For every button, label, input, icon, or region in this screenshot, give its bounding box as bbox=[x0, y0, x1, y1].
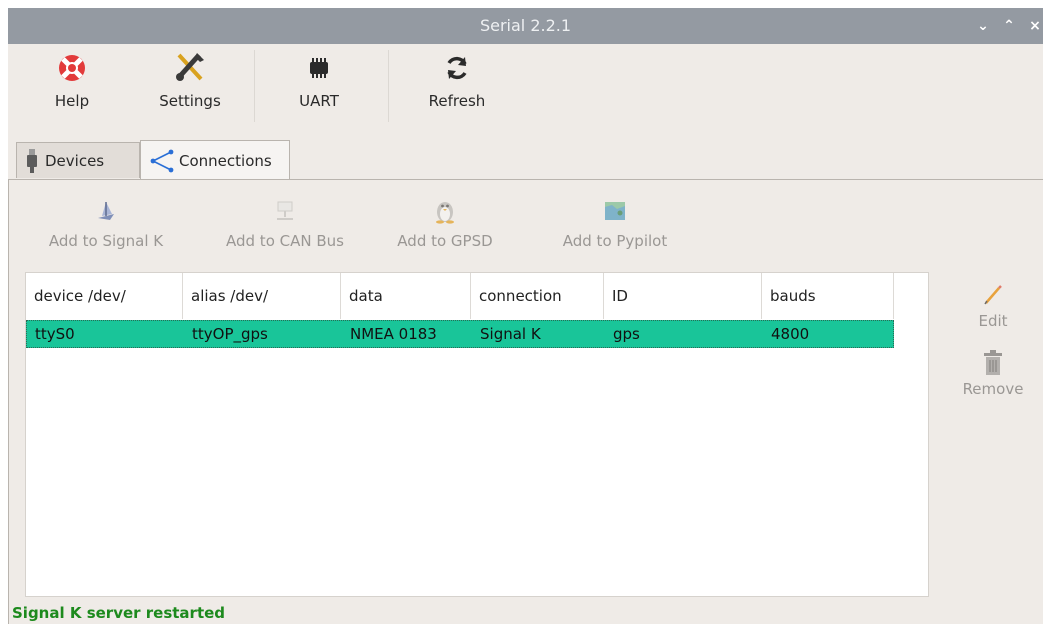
add-to-signalk-label: Add to Signal K bbox=[48, 232, 164, 250]
toolbar-separator bbox=[254, 50, 255, 122]
edit-button[interactable]: Edit bbox=[953, 282, 1033, 330]
toolbar: Help Settings UART Refresh bbox=[8, 44, 1043, 132]
lifebuoy-icon bbox=[50, 50, 94, 86]
close-button[interactable]: × bbox=[1026, 17, 1043, 35]
uart-button[interactable]: UART bbox=[293, 50, 345, 110]
tab-devices[interactable]: Devices bbox=[16, 142, 140, 178]
linux-tux-icon bbox=[395, 196, 495, 226]
table-row[interactable]: ttyS0 ttyOP_gps NMEA 0183 Signal K gps 4… bbox=[26, 320, 894, 348]
remove-button[interactable]: Remove bbox=[953, 348, 1033, 398]
tab-connections[interactable]: Connections bbox=[140, 140, 290, 180]
minimize-button[interactable]: ⌄ bbox=[974, 17, 992, 35]
remove-label: Remove bbox=[962, 380, 1024, 398]
edit-label: Edit bbox=[978, 312, 1008, 330]
app-window: Serial 2.2.1 ⌄ ⌃ × Help Settings UART Re… bbox=[8, 8, 1043, 624]
uart-label: UART bbox=[299, 92, 339, 110]
settings-button[interactable]: Settings bbox=[152, 50, 228, 110]
toolbar-separator bbox=[388, 50, 389, 122]
trash-icon bbox=[953, 348, 1033, 378]
column-header-alias[interactable]: alias /dev/ bbox=[183, 273, 341, 319]
signalk-icon bbox=[39, 196, 173, 226]
add-to-gpsd-label: Add to GPSD bbox=[397, 232, 493, 250]
map-icon bbox=[549, 196, 681, 226]
window-title: Serial 2.2.1 bbox=[479, 16, 572, 35]
maximize-button[interactable]: ⌃ bbox=[1000, 17, 1018, 35]
column-header-device[interactable]: device /dev/ bbox=[26, 273, 183, 319]
column-header-id[interactable]: ID bbox=[604, 273, 762, 319]
network-icon bbox=[215, 196, 355, 226]
connections-table[interactable]: device /dev/ alias /dev/ data connection… bbox=[25, 272, 929, 597]
connections-panel: Add to Signal K Add to CAN Bus Add to GP… bbox=[8, 179, 1043, 624]
wrench-screwdriver-icon bbox=[152, 50, 228, 86]
tab-devices-label: Devices bbox=[45, 151, 105, 170]
column-header-bauds[interactable]: bauds bbox=[762, 273, 894, 319]
refresh-icon bbox=[422, 50, 492, 86]
cell-bauds: 4800 bbox=[771, 325, 810, 343]
cell-data: NMEA 0183 bbox=[350, 325, 437, 343]
cell-device: ttyS0 bbox=[35, 325, 75, 343]
refresh-button[interactable]: Refresh bbox=[422, 50, 492, 110]
add-to-pypilot-label: Add to Pypilot bbox=[562, 232, 668, 250]
refresh-label: Refresh bbox=[428, 92, 486, 110]
settings-label: Settings bbox=[159, 92, 221, 110]
add-to-canbus-button[interactable]: Add to CAN Bus bbox=[215, 196, 355, 250]
cell-connection: Signal K bbox=[480, 325, 541, 343]
add-to-signalk-button[interactable]: Add to Signal K bbox=[39, 196, 173, 250]
table-header: device /dev/ alias /dev/ data connection… bbox=[26, 273, 928, 319]
help-label: Help bbox=[54, 92, 90, 110]
title-bar[interactable]: Serial 2.2.1 ⌄ ⌃ × bbox=[8, 8, 1043, 44]
share-icon bbox=[149, 149, 175, 173]
add-to-canbus-label: Add to CAN Bus bbox=[226, 232, 344, 250]
status-message: Signal K server restarted bbox=[12, 604, 226, 622]
chip-icon bbox=[293, 50, 345, 86]
cell-alias: ttyOP_gps bbox=[192, 325, 268, 343]
help-button[interactable]: Help bbox=[50, 50, 94, 110]
tab-connections-label: Connections bbox=[179, 151, 272, 170]
column-header-data[interactable]: data bbox=[341, 273, 471, 319]
add-to-gpsd-button[interactable]: Add to GPSD bbox=[395, 196, 495, 250]
add-to-pypilot-button[interactable]: Add to Pypilot bbox=[549, 196, 681, 250]
pencil-icon bbox=[953, 282, 1033, 308]
cell-id: gps bbox=[613, 325, 640, 343]
column-header-connection[interactable]: connection bbox=[471, 273, 604, 319]
usb-plug-icon bbox=[27, 148, 37, 173]
